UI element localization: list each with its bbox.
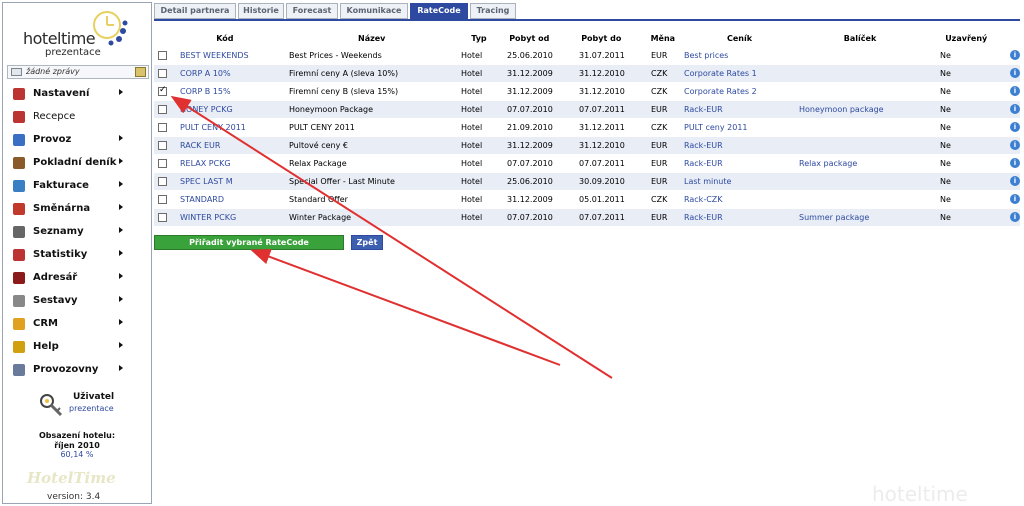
arrow-to-assign-button bbox=[250, 249, 561, 366]
arrow-to-checkbox bbox=[170, 95, 613, 379]
annotation-arrows bbox=[170, 95, 613, 379]
